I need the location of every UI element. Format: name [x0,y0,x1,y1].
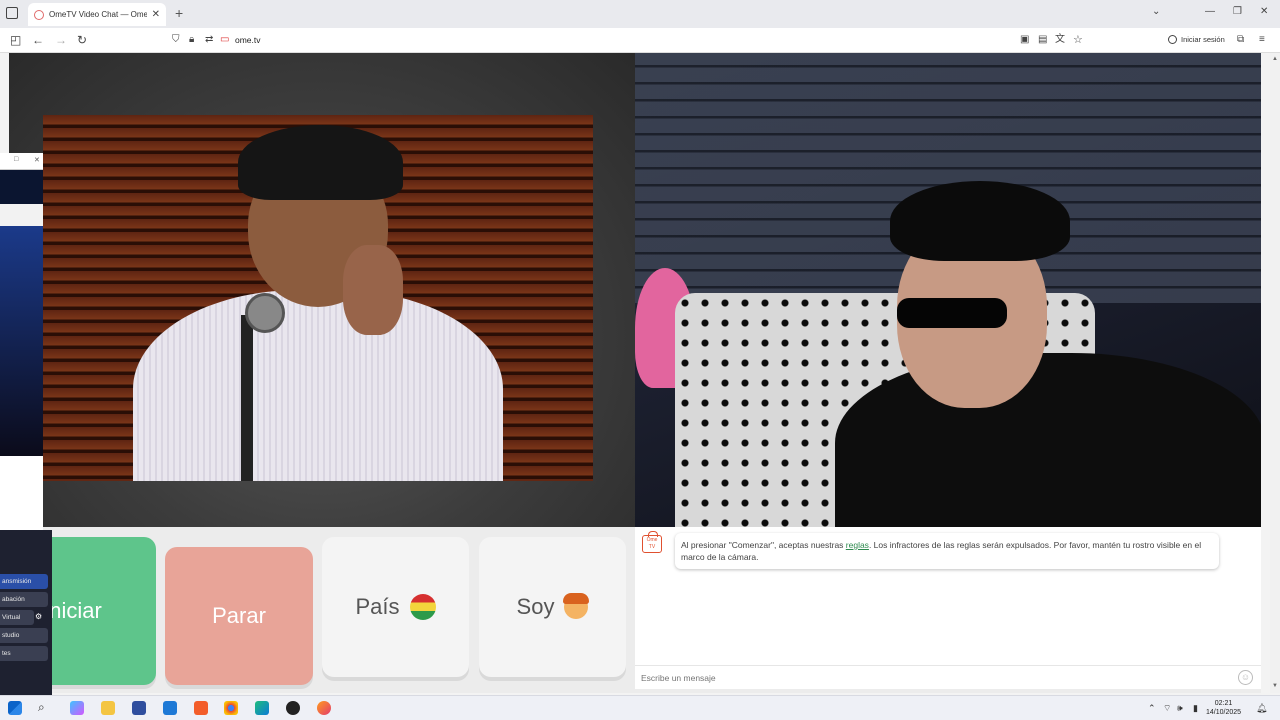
show-hidden-icons-icon[interactable]: ⌃ [1148,703,1156,714]
obs-studio-mode-button[interactable]: studio [0,628,48,643]
country-button[interactable]: País [322,537,469,677]
reader-view-icon[interactable]: ▤ [1038,32,1047,48]
system-message: Al presionar "Comenzar", aceptas nuestra… [675,533,1219,569]
obs-virtual-cam-button[interactable]: Virtual [0,610,34,625]
browser-tab-bar: OmeTV Video Chat — Omegle ✕ + ⌄ — ❐ ✕ [0,0,1280,28]
signin-button[interactable]: Iniciar sesión [1168,35,1225,44]
picture-in-picture-icon[interactable]: ▣ [1020,32,1029,48]
obs-controls-panel: ansmisión abación Virtual ⚙ studio tes [0,530,52,695]
chrome-icon[interactable] [224,701,238,715]
remote-person-hand [343,245,403,335]
page-scrollbar[interactable]: ▲ ▼ [1270,53,1280,693]
remote-video [9,53,635,527]
rules-link[interactable]: reglas [846,540,869,550]
menu-icon[interactable]: ≡ [1259,32,1265,48]
gender-button[interactable]: Soy [479,537,626,677]
extensions-icon[interactable]: ⧉ [1237,32,1244,48]
tab-ometv[interactable]: OmeTV Video Chat — Omegle ✕ [28,3,166,26]
battery-icon[interactable]: ▮ [1193,703,1198,714]
outlook-icon[interactable] [163,701,177,715]
account-icon [1168,35,1177,44]
message-input[interactable] [641,671,1221,685]
tab-actions-icon[interactable] [6,7,18,19]
local-person-hair [890,181,1070,261]
ometv-logo-icon: Ome TV [642,531,662,553]
notifications-icon[interactable]: 🔔︎ [1256,703,1267,714]
signin-label: Iniciar sesión [1181,35,1225,44]
forward-icon[interactable]: → [55,32,67,48]
stop-button-label: Parar [212,603,266,628]
emoji-icon[interactable]: ☺ [1238,670,1253,685]
brave-icon[interactable] [194,701,208,715]
windows-start-icon[interactable] [8,701,22,715]
volume-icon[interactable]: 🕪︎ [1177,703,1183,714]
microphone-icon [245,293,285,333]
remote-stream-image [43,115,593,481]
remote-person-body [133,290,503,481]
obs-record-button[interactable]: abación [0,592,48,607]
permissions-icon[interactable]: ⇄ [205,32,213,48]
stop-button[interactable]: Parar [165,547,313,685]
obs-stream-button[interactable]: ansmisión [0,574,48,589]
chat-input-bar: ☺ [635,665,1261,689]
local-person-body [835,353,1261,527]
obs-gear-icon[interactable]: ⚙ [35,612,42,621]
obs-preview-chat [0,456,43,530]
file-explorer-icon[interactable] [101,701,115,715]
ometv-page: Iniciar Parar País Soy Ome TV Al presion… [9,53,1261,693]
obs-close-icon[interactable]: ✕ [34,156,40,164]
obs-preview-camera [0,226,43,456]
obs-preview-browser [0,204,43,226]
obs-taskbar-icon[interactable] [286,701,300,715]
address-bar[interactable] [166,31,1090,50]
gender-button-label: Soy [516,594,555,619]
tab-title: OmeTV Video Chat — Omegle [49,10,147,19]
clock-time: 02:21 [1214,700,1233,707]
obs-titlebar: □ ✕ [0,153,43,170]
microphone-stand [241,315,253,481]
obs-window: □ ✕ ansmisión abación Virtual ⚙ studio t… [0,153,52,695]
obs-preview [0,170,43,530]
camera-in-use-icon[interactable]: ▭ [220,32,229,48]
minimize-button[interactable]: — [1205,6,1215,17]
firefox-icon[interactable] [317,701,331,715]
message-text-before: Al presionar "Comenzar", aceptas nuestra… [681,540,846,550]
chat-panel: Ome TV Al presionar "Comenzar", aceptas … [635,527,1261,689]
store-icon[interactable] [132,701,146,715]
close-window-button[interactable]: ✕ [1260,6,1268,17]
bookmark-star-icon[interactable]: ☆ [1073,32,1083,48]
tracking-shield-icon[interactable]: ⛉ [172,32,180,48]
url-text: ome.tv [235,35,261,45]
reload-icon[interactable]: ↻ [77,32,87,48]
network-icon[interactable]: ⌔ [1163,703,1171,714]
scroll-up-icon[interactable]: ▲ [1272,56,1278,62]
search-icon[interactable]: ⌕ [38,700,45,715]
tab-favicon-icon [34,9,44,20]
edge-icon[interactable] [255,701,269,715]
system-clock[interactable]: 02:21 14/10/2025 [1206,699,1241,717]
sidebar-toggle-icon[interactable]: ◰ [10,32,21,48]
lock-icon[interactable]: 🔒︎ [189,32,194,48]
browser-nav-bar: ◰ ← → ↻ ⛉ 🔒︎ ⇄ ▭ ome.tv ▣ ▤ 文 ☆ Iniciar … [0,28,1280,53]
remote-person-hair [238,125,403,200]
tab-list-icon[interactable]: ⌄ [1152,6,1160,17]
clock-date: 14/10/2025 [1206,709,1242,716]
sunglasses [897,298,1007,328]
bolivia-flag-icon [409,594,436,620]
back-icon[interactable]: ← [32,32,44,48]
tab-close-icon[interactable]: ✕ [152,9,160,20]
country-button-label: País [355,594,400,619]
new-tab-button[interactable]: + [175,5,183,21]
obs-settings-button[interactable]: tes [0,646,48,661]
local-video [635,53,1261,527]
copilot-icon[interactable] [70,701,84,715]
translate-icon[interactable]: 文 [1055,32,1065,48]
boy-face-icon [563,593,590,619]
taskbar: ⌕ ⌃ ⌔ 🕪︎ ▮ 02:21 14/10/2025 🔔︎ [0,695,1280,720]
maximize-button[interactable]: ❐ [1233,6,1242,17]
obs-maximize-icon[interactable]: □ [14,156,18,163]
scroll-down-icon[interactable]: ▼ [1272,683,1278,689]
